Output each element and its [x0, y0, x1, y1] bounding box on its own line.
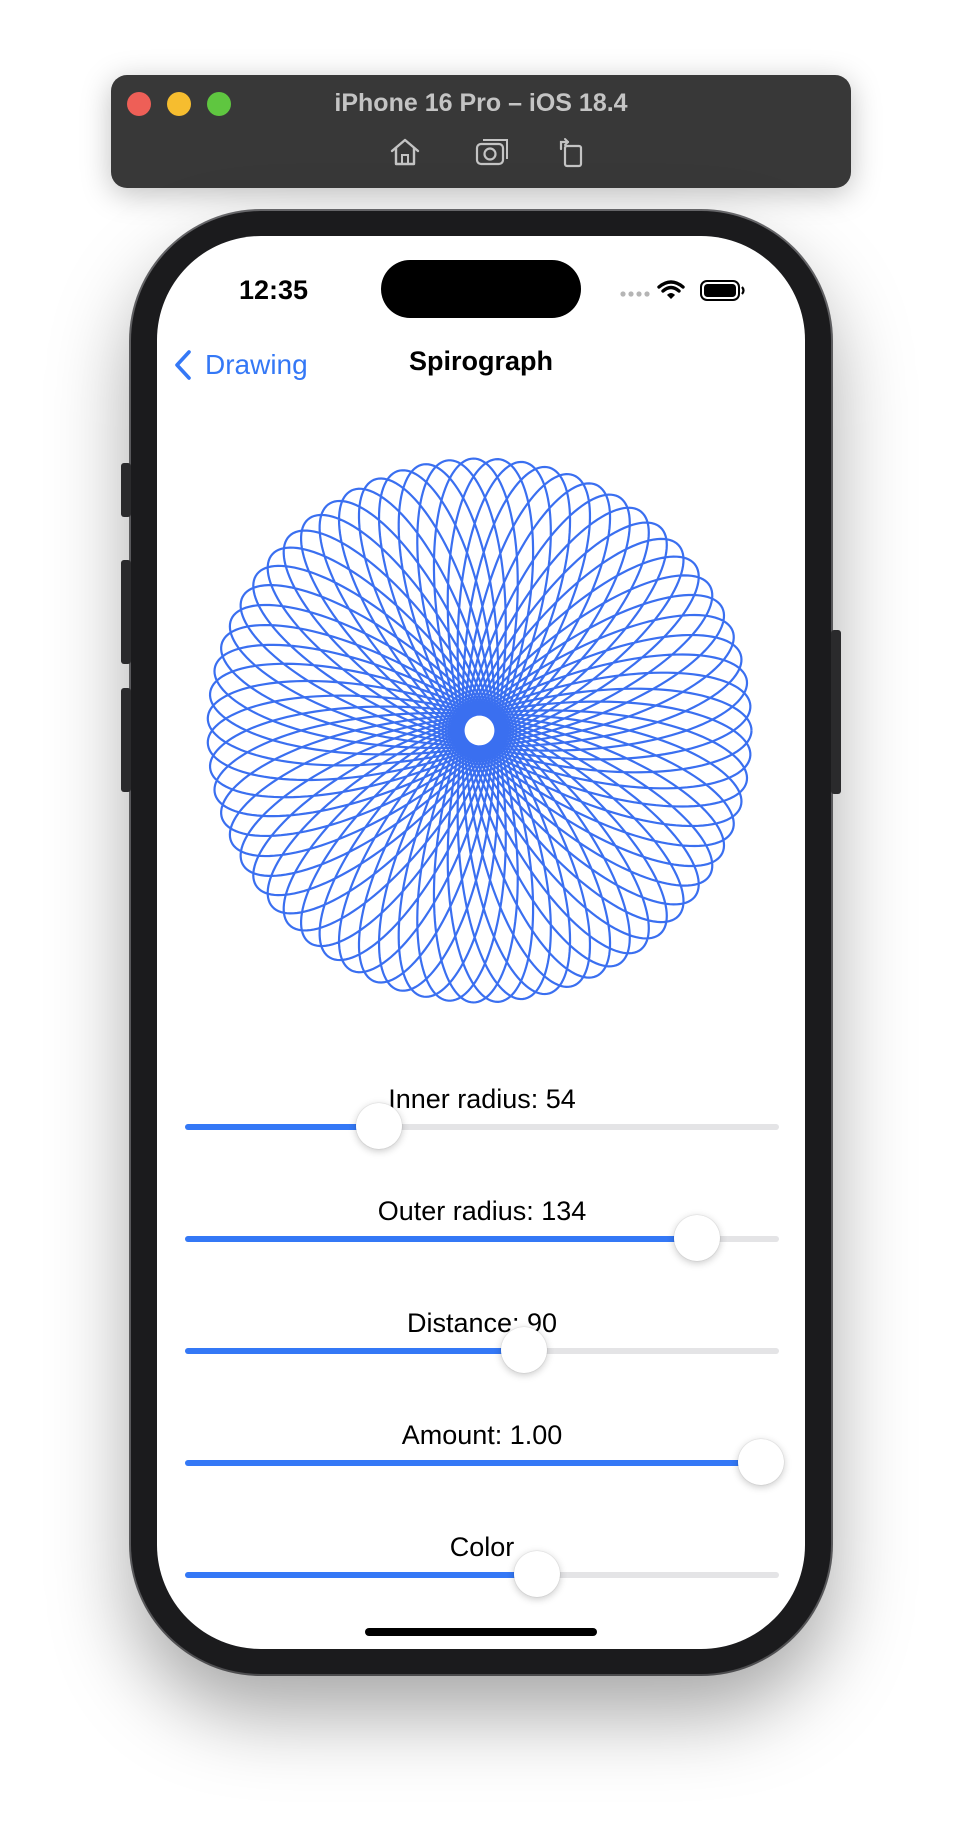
slider-group: Color — [185, 1530, 779, 1597]
status-time: 12:35 — [239, 275, 309, 305]
rotate-button[interactable] — [553, 135, 589, 169]
slider-group: Distance: 90 — [185, 1306, 779, 1373]
slider-track[interactable] — [185, 1103, 779, 1149]
simulator-toolbar — [111, 135, 851, 169]
simulator-window-bar: iPhone 16 Pro – iOS 18.4 — [111, 75, 851, 188]
slider-label: Color — [449, 1532, 515, 1562]
status-icons — [620, 280, 745, 301]
slider-thumb[interactable] — [514, 1551, 561, 1597]
simulator-title: iPhone 16 Pro – iOS 18.4 — [334, 89, 628, 117]
slider-thumb[interactable] — [500, 1327, 547, 1373]
spirograph-canvas — [206, 457, 753, 1004]
home-button[interactable] — [387, 135, 423, 169]
wifi-icon — [657, 280, 685, 299]
slider-track[interactable] — [185, 1215, 779, 1261]
slider-label: Amount: 1.00 — [401, 1420, 563, 1450]
spirograph-curve — [206, 457, 753, 1004]
slider-fill — [185, 1460, 762, 1466]
slider-group: Outer radius: 134 — [185, 1194, 779, 1261]
app-screen: 12:35 Drawing Spirograph Inner radius: 5… — [157, 236, 805, 1649]
volume-up-button — [121, 560, 131, 664]
slider-label: Distance: 90 — [406, 1308, 558, 1338]
slider-track[interactable] — [185, 1439, 785, 1485]
slider-group: Amount: 1.00 — [185, 1418, 785, 1485]
slider-fill — [185, 1348, 524, 1354]
slider-track[interactable] — [185, 1327, 779, 1373]
slider-fill — [185, 1236, 698, 1242]
power-button — [831, 630, 841, 794]
screenshot-button[interactable] — [474, 135, 510, 169]
home-icon — [390, 138, 420, 166]
slider-track[interactable] — [185, 1551, 779, 1597]
dynamic-island — [381, 260, 581, 318]
slider-thumb[interactable] — [355, 1103, 402, 1149]
slider-fill — [185, 1572, 538, 1578]
page-title: Spirograph — [408, 346, 553, 376]
home-indicator — [365, 1628, 597, 1636]
rotate-icon — [559, 138, 583, 168]
slider-label: Inner radius: 54 — [388, 1084, 576, 1114]
slider-thumb[interactable] — [674, 1215, 721, 1261]
slider-thumb[interactable] — [738, 1439, 785, 1485]
slider-fill — [185, 1124, 379, 1130]
volume-down-button — [121, 688, 131, 792]
slider-group: Inner radius: 54 — [185, 1082, 779, 1149]
battery-icon — [700, 280, 745, 301]
signal-icon — [620, 291, 650, 297]
action-button — [121, 463, 131, 517]
screenshot-icon — [475, 139, 508, 166]
